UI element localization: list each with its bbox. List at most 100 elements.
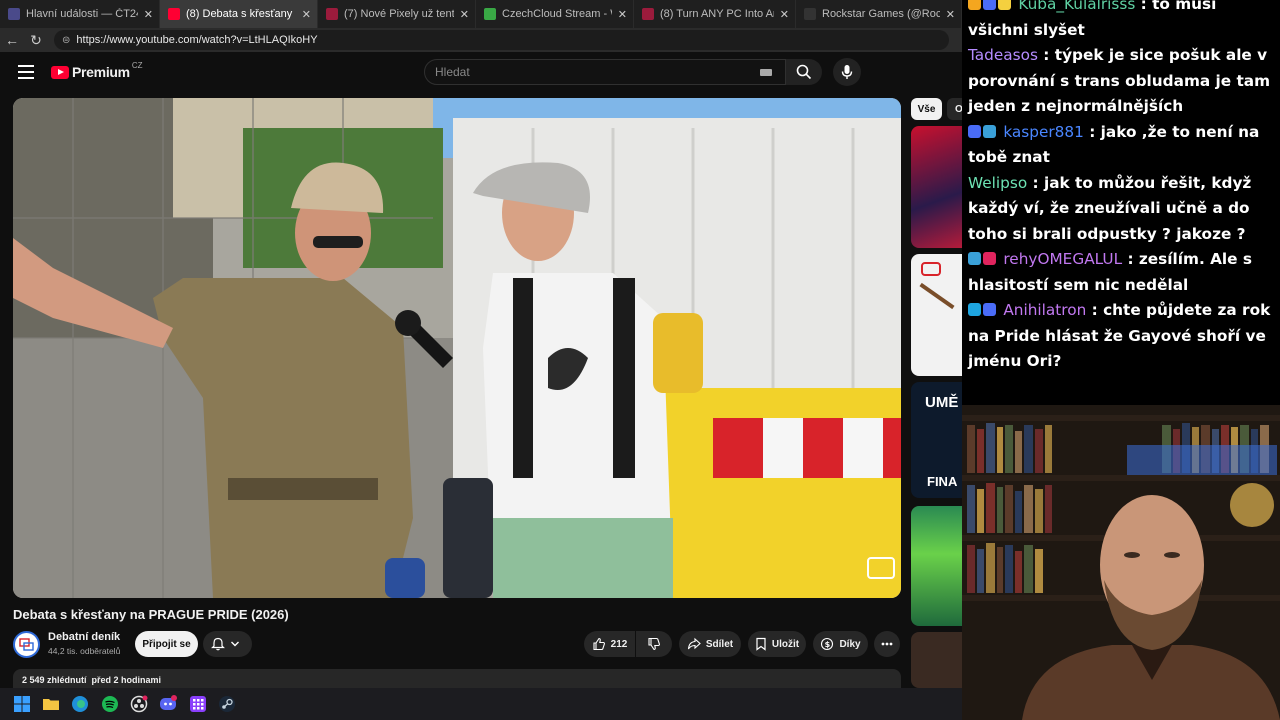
join-button[interactable]: Připojit se [135, 631, 198, 657]
voice-search-button[interactable] [833, 58, 861, 86]
close-tab-icon[interactable]: ✕ [946, 8, 955, 21]
keyboard-icon[interactable] [760, 69, 772, 76]
url-text: https://www.youtube.com/watch?v=LtHLAQIk… [76, 34, 318, 46]
back-icon[interactable]: ← [0, 32, 24, 48]
chat-badge-icon [968, 0, 981, 10]
reload-icon[interactable]: ↻ [24, 32, 48, 49]
recommended-thumbnail[interactable] [911, 632, 963, 688]
hamburger-menu-icon[interactable] [18, 65, 34, 79]
description-box[interactable]: 2 549 zhlédnutí před 2 hodinami [13, 669, 901, 689]
browser-tab[interactable]: (8) Debata s křesťany na PRAGUE ✕ [160, 0, 318, 28]
stream-chat-overlay: Kuba_Kulalrisss : to musí všichni slyšet… [962, 0, 1280, 405]
thumbs-down-icon [648, 637, 660, 651]
tab-favicon-icon [484, 8, 496, 20]
discord-icon[interactable] [159, 695, 177, 713]
drawing-detail [919, 282, 955, 310]
browser-tab[interactable]: Rockstar Games (@RockstarGame ✕ [796, 0, 962, 28]
thanks-button[interactable]: $ Díky [813, 631, 868, 657]
tab-title: Rockstar Games (@RockstarGame [822, 8, 940, 20]
video-title: Debata s křesťany na PRAGUE PRIDE (2026) [13, 607, 289, 622]
bookmark-icon [756, 637, 766, 651]
search-placeholder: Hledat [435, 65, 470, 79]
tab-title: (8) Turn ANY PC Into An Xbox! HL [660, 8, 774, 20]
chip-all[interactable]: Vše [911, 98, 942, 120]
search-button[interactable] [786, 59, 822, 85]
windows-start-icon[interactable] [13, 695, 31, 713]
edge-browser-icon[interactable] [71, 695, 89, 713]
subscriber-count: 44,2 tis. odběratelů [48, 646, 121, 656]
chat-badge-icon [968, 303, 981, 316]
chat-username: Welipso [968, 173, 1028, 192]
tab-favicon-icon [642, 8, 654, 20]
more-actions-button[interactable] [874, 631, 900, 657]
channel-logo-icon [19, 638, 34, 651]
close-tab-icon[interactable]: ✕ [618, 8, 627, 21]
recommended-thumbnail[interactable]: UMĚ FINA [911, 382, 963, 498]
browser-tab[interactable]: (8) Turn ANY PC Into An Xbox! HL ✕ [634, 0, 796, 28]
close-tab-icon[interactable]: ✕ [302, 8, 311, 21]
thumbnail-text: FINA [927, 474, 958, 489]
notifications-button[interactable] [203, 631, 252, 657]
chat-badge-icon [968, 252, 981, 265]
tab-favicon-icon [8, 8, 20, 20]
tab-favicon-icon [168, 8, 180, 20]
microphone-icon [841, 65, 853, 79]
recommended-thumbnail[interactable] [911, 254, 963, 376]
site-info-icon[interactable]: ⊜ [62, 35, 70, 46]
obs-icon[interactable] [130, 695, 148, 713]
address-bar[interactable]: ⊜ https://www.youtube.com/watch?v=LtHLAQ… [54, 30, 949, 50]
youtube-premium-logo[interactable]: Premium CZ [51, 61, 142, 80]
video-frame [13, 98, 901, 598]
svg-text:$: $ [825, 640, 831, 649]
close-tab-icon[interactable]: ✕ [460, 8, 469, 21]
chat-badge-icon [983, 124, 996, 138]
browser-tab[interactable]: Hlavní události — ČT24 — Česká ✕ [0, 0, 160, 28]
recommended-thumbnail[interactable] [911, 506, 963, 626]
spotify-icon[interactable] [101, 695, 119, 713]
chat-message: kasper881 : jako ,že to není na tobě zna… [968, 120, 1276, 171]
tab-title: CzechCloud Stream - Watch Live o [502, 8, 612, 20]
save-label: Uložit [771, 638, 800, 650]
chat-badge-icon [983, 303, 996, 316]
steam-icon[interactable] [218, 695, 236, 713]
save-button[interactable]: Uložit [748, 631, 806, 657]
chat-username: kasper881 [1003, 122, 1084, 141]
recommended-thumbnail[interactable] [911, 126, 963, 248]
chat-username: Kuba_Kulalrisss [1018, 0, 1136, 13]
thanks-label: Díky [839, 638, 861, 650]
channel-name[interactable]: Debatní deník [48, 631, 120, 643]
browser-tab-bar: Hlavní události — ČT24 — Česká✕(8) Debat… [0, 0, 962, 28]
browser-toolbar: ← ↻ ⊜ https://www.youtube.com/watch?v=Lt… [0, 28, 962, 52]
upload-time: před 2 hodinami [91, 675, 162, 685]
youtube-play-icon [51, 65, 69, 79]
channel-logo-icon [921, 262, 941, 276]
chat-message: Tadeasos : týpek je sice pošuk ale v por… [968, 43, 1276, 120]
share-button[interactable]: Sdílet [679, 631, 741, 657]
channel-avatar[interactable] [13, 631, 40, 658]
dislike-button[interactable] [636, 631, 672, 657]
search-input[interactable]: Hledat [424, 59, 786, 85]
webcam-feed [962, 405, 1280, 720]
close-tab-icon[interactable]: ✕ [144, 8, 153, 21]
super-thanks-icon: $ [821, 637, 834, 651]
chat-badge-icon [998, 0, 1011, 10]
chat-badge-icon [968, 124, 981, 138]
chat-message: Kuba_Kulalrisss : to musí všichni slyšet [968, 0, 1276, 43]
file-explorer-icon[interactable] [42, 695, 60, 713]
chat-badge-icon [983, 252, 996, 265]
more-icon [881, 642, 893, 646]
chat-message: Anihilatron : chte půjdete za rok na Pri… [968, 298, 1276, 375]
tab-title: (7) Nové Pixely už tento týden. | F [344, 8, 454, 20]
tab-favicon-icon [804, 8, 816, 20]
like-count: 212 [610, 638, 628, 650]
chat-username: Anihilatron [1003, 301, 1087, 319]
like-button[interactable]: 212 [584, 631, 635, 657]
browser-tab[interactable]: CzechCloud Stream - Watch Live o ✕ [476, 0, 634, 28]
app-grid-icon[interactable] [189, 695, 207, 713]
close-tab-icon[interactable]: ✕ [780, 8, 789, 21]
browser-tab[interactable]: (7) Nové Pixely už tento týden. | F ✕ [318, 0, 476, 28]
thumbs-up-icon [593, 637, 605, 651]
webcam-image [962, 405, 1280, 720]
chat-message: Welipso : jak to můžou řešit, když každý… [968, 171, 1276, 248]
video-player[interactable] [13, 98, 901, 598]
